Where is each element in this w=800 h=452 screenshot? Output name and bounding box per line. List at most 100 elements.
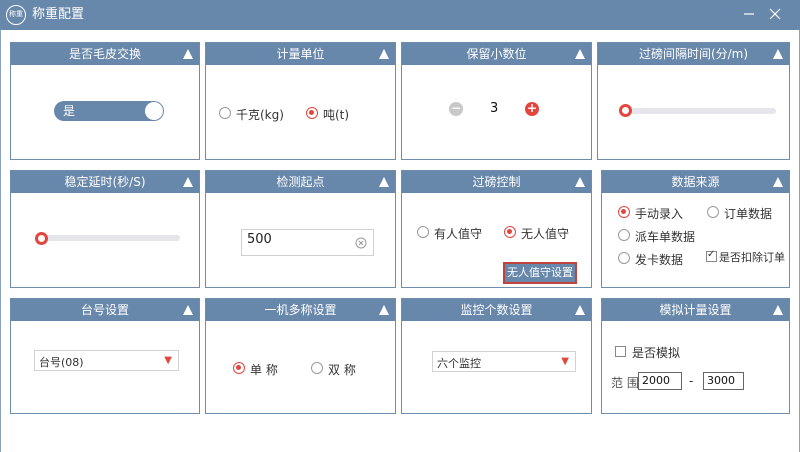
panel-multi-scale: 一机多称设置 单 称 双 称 <box>205 298 396 414</box>
radio-card-data[interactable] <box>618 252 630 264</box>
deduct-order-checkbox[interactable] <box>706 249 717 262</box>
radio-unit-kg[interactable] <box>219 107 231 119</box>
radio-label: 千克(kg) <box>236 108 284 122</box>
radio-label: 吨(t) <box>323 108 350 122</box>
circle-x-icon[interactable] <box>355 237 367 249</box>
panel-header: 检测起点 <box>206 171 395 193</box>
panel-title: 台号设置 <box>80 303 129 317</box>
radio-label: 发卡数据 <box>635 253 684 267</box>
triangle-up-icon[interactable] <box>574 48 586 60</box>
panel-weigh-control: 过磅控制 有人值守 无人值守 无人值守设置 <box>401 170 592 288</box>
radio-unattended[interactable] <box>504 226 516 238</box>
increment-button[interactable]: + <box>525 102 539 116</box>
panel-header: 过磅间隔时间(分/m) <box>598 43 789 65</box>
radio-attended[interactable] <box>417 226 429 238</box>
triangle-up-icon[interactable] <box>574 176 586 188</box>
panel-decimals: 保留小数位 − 3 + <box>401 42 592 160</box>
radio-label: 手动录入 <box>635 207 684 221</box>
panel-title: 计量单位 <box>276 47 325 61</box>
panel-title: 是否毛皮交换 <box>68 47 141 61</box>
toggle-label: 是 <box>63 104 76 118</box>
station-select[interactable]: 台号(08) ▼ <box>34 350 179 371</box>
title-bar: 称重 称重配置 <box>0 0 800 30</box>
triangle-up-icon[interactable] <box>772 304 784 316</box>
panel-header: 稳定延时(秒/S) <box>11 171 199 193</box>
panel-data-source: 数据来源 手动录入 订单数据 派车单数据 发卡数据 是否扣除订单 <box>601 170 790 288</box>
panel-station: 台号设置 台号(08) ▼ <box>10 298 200 414</box>
panel-interval: 过磅间隔时间(分/m) <box>597 42 790 160</box>
minimize-icon[interactable] <box>740 5 758 23</box>
checkbox-label: 是否扣除订单 <box>719 251 785 264</box>
triangle-up-icon[interactable] <box>378 48 390 60</box>
decrement-button[interactable]: − <box>449 102 463 116</box>
input-value: 500 <box>247 232 272 247</box>
panel-title: 模拟计量设置 <box>659 303 732 317</box>
window-title: 称重配置 <box>32 7 85 22</box>
panel-title: 过磅间隔时间(分/m) <box>638 47 749 61</box>
triangle-up-icon[interactable] <box>378 304 390 316</box>
panel-simulate: 模拟计量设置 是否模拟 范 围 2000 - 3000 <box>601 298 790 414</box>
range-label: 范 围 <box>611 376 639 390</box>
checkbox-label: 是否模拟 <box>632 346 681 360</box>
panel-monitor-count: 监控个数设置 六个监控 ▼ <box>401 298 592 414</box>
radio-label: 无人值守 <box>521 227 570 241</box>
panel-header: 计量单位 <box>206 43 395 65</box>
delay-slider-thumb[interactable] <box>35 232 48 245</box>
panel-header: 一机多称设置 <box>206 299 395 321</box>
radio-double-scale[interactable] <box>311 362 323 374</box>
decimals-value: 3 <box>490 101 499 116</box>
app-logo: 称重 <box>6 5 26 25</box>
delay-slider-track[interactable] <box>39 235 180 241</box>
panel-title: 过磅控制 <box>472 175 521 189</box>
radio-single-scale[interactable] <box>233 362 245 374</box>
radio-dispatch-data[interactable] <box>618 229 630 241</box>
triangle-up-icon[interactable] <box>182 176 194 188</box>
interval-slider-thumb[interactable] <box>619 104 632 117</box>
triangle-up-icon[interactable] <box>182 48 194 60</box>
panel-header: 监控个数设置 <box>402 299 591 321</box>
panel-header: 过磅控制 <box>402 171 591 193</box>
triangle-up-icon[interactable] <box>574 304 586 316</box>
panel-title: 数据来源 <box>671 175 720 189</box>
simulate-checkbox[interactable] <box>615 346 626 357</box>
panel-header: 模拟计量设置 <box>602 299 789 321</box>
select-value: 六个监控 <box>437 357 481 370</box>
panel-title: 监控个数设置 <box>460 303 533 317</box>
radio-unit-ton[interactable] <box>306 107 318 119</box>
radio-label: 派车单数据 <box>635 230 696 244</box>
select-value: 台号(08) <box>39 356 84 369</box>
caret-down-icon[interactable]: ▼ <box>164 355 172 366</box>
radio-label: 订单数据 <box>724 207 773 221</box>
panel-header: 台号设置 <box>11 299 199 321</box>
triangle-up-icon[interactable] <box>378 176 390 188</box>
caret-down-icon[interactable]: ▼ <box>561 356 569 367</box>
window-border-left <box>0 30 1 452</box>
triangle-up-icon[interactable] <box>772 48 784 60</box>
monitor-count-select[interactable]: 六个监控 ▼ <box>432 351 576 372</box>
range-dash: - <box>689 374 694 388</box>
radio-manual-entry[interactable] <box>618 206 630 218</box>
range-to-input[interactable]: 3000 <box>703 372 744 390</box>
input-value: 2000 <box>642 374 670 387</box>
unattended-settings-button[interactable]: 无人值守设置 <box>503 262 577 284</box>
peel-exchange-toggle[interactable]: 是 <box>54 101 164 121</box>
toggle-knob <box>145 102 163 120</box>
radio-label: 双 称 <box>328 363 356 377</box>
triangle-up-icon[interactable] <box>182 304 194 316</box>
panel-title: 一机多称设置 <box>264 303 337 317</box>
input-value: 3000 <box>707 374 735 387</box>
panel-title: 保留小数位 <box>466 47 527 61</box>
range-from-input[interactable]: 2000 <box>638 372 682 390</box>
close-icon[interactable] <box>766 5 784 23</box>
panel-stable-delay: 稳定延时(秒/S) <box>10 170 200 288</box>
panel-title: 稳定延时(秒/S) <box>64 175 146 189</box>
interval-slider-track[interactable] <box>622 108 776 114</box>
radio-order-data[interactable] <box>707 206 719 218</box>
detect-start-input[interactable]: 500 <box>241 229 374 256</box>
panel-header: 数据来源 <box>602 171 789 193</box>
panel-title: 检测起点 <box>276 175 325 189</box>
panel-detect-start: 检测起点 500 <box>205 170 396 288</box>
radio-label: 单 称 <box>250 363 278 377</box>
triangle-up-icon[interactable] <box>772 176 784 188</box>
panel-peel-exchange: 是否毛皮交换 是 <box>10 42 200 160</box>
